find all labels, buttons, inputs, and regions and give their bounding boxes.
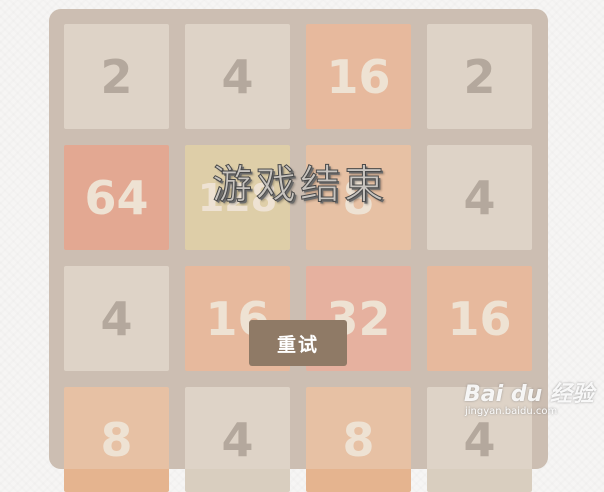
retry-button[interactable]: 重试 bbox=[249, 320, 347, 366]
game-over-overlay bbox=[49, 9, 548, 469]
game-over-title: 游戏结束 bbox=[212, 162, 388, 209]
